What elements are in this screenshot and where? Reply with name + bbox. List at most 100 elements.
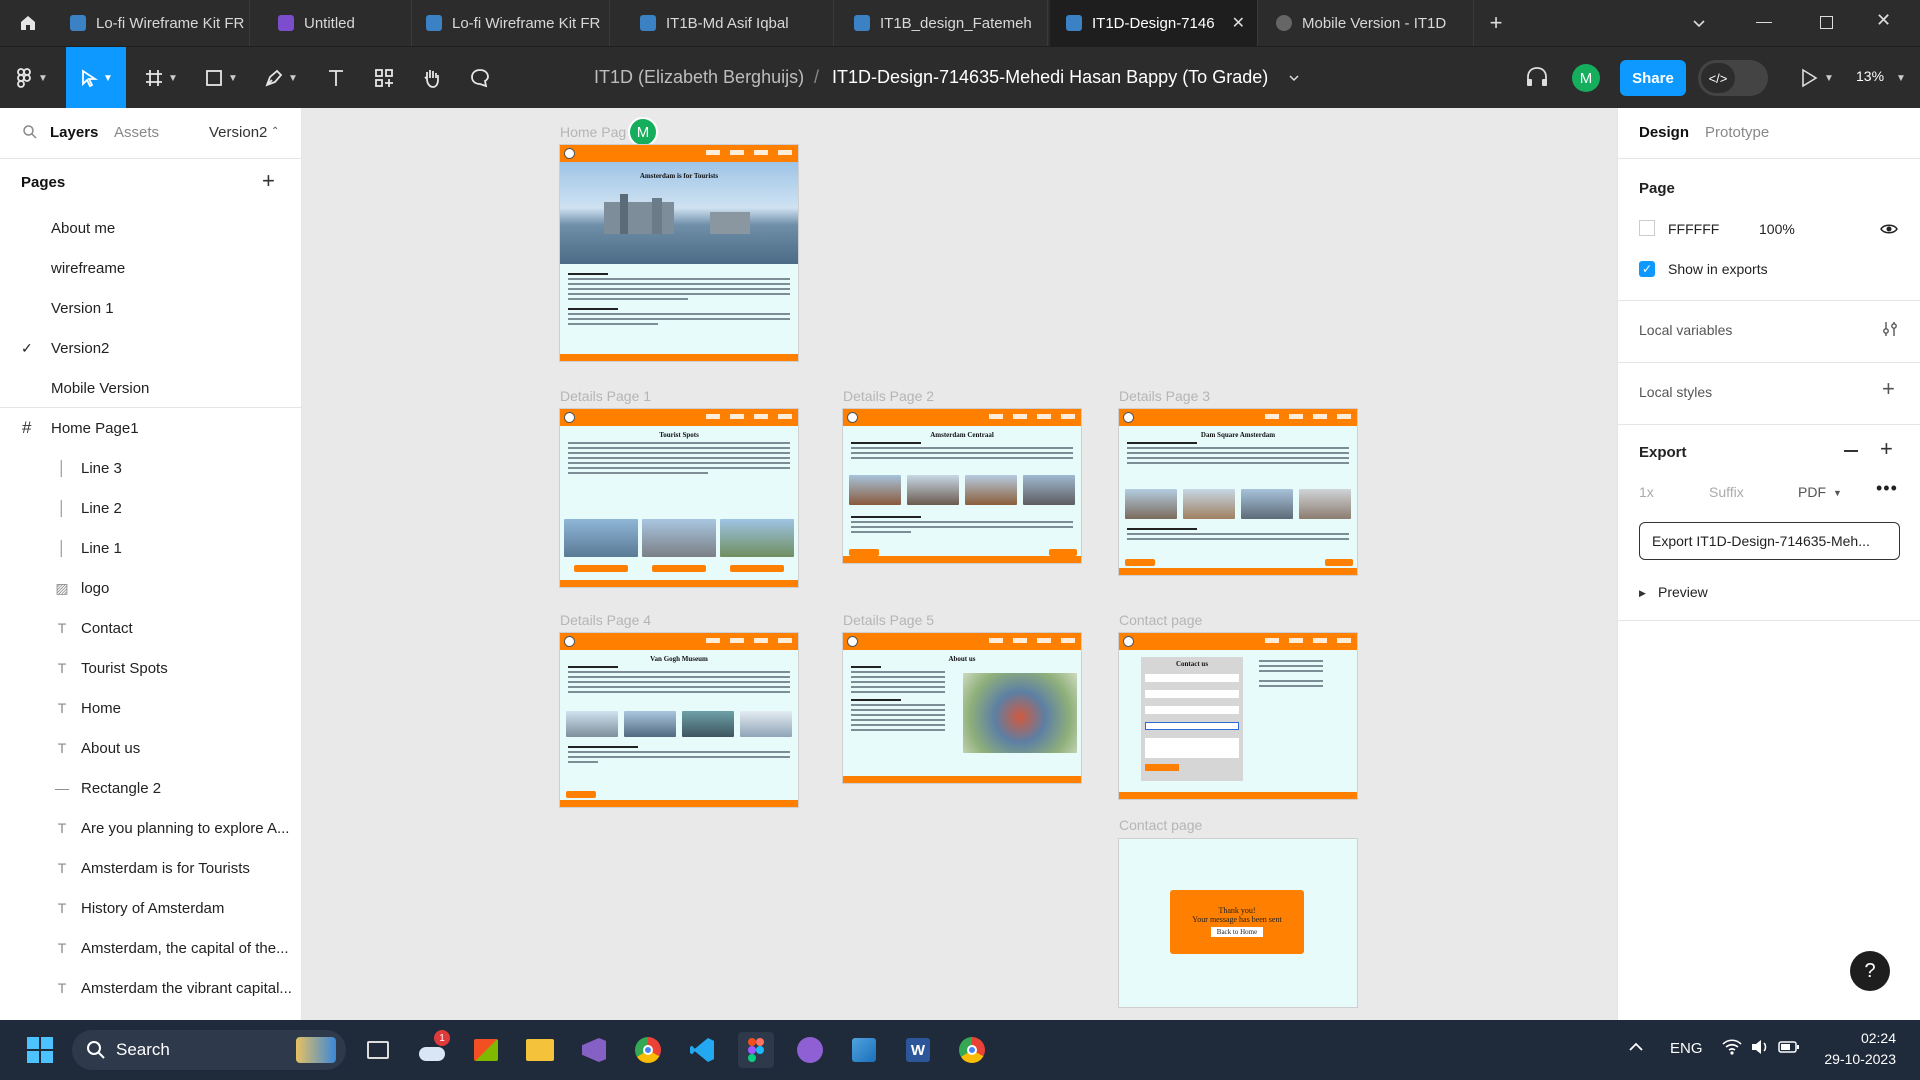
- main-menu-button[interactable]: ▼: [6, 47, 56, 109]
- layer-item[interactable]: — Rectangle 2: [0, 768, 301, 808]
- layer-item[interactable]: T Home: [0, 688, 301, 728]
- more-options-icon[interactable]: •••: [1876, 478, 1898, 499]
- export-button[interactable]: Export IT1D-Design-714635-Meh...: [1639, 522, 1900, 560]
- add-page-plus-icon[interactable]: +: [262, 168, 275, 194]
- chevron-down-icon[interactable]: ▼: [1833, 488, 1842, 498]
- frame-contact-page[interactable]: Contact us: [1118, 632, 1358, 800]
- layer-item[interactable]: ▨ logo: [0, 568, 301, 608]
- hand-tool-button[interactable]: [410, 47, 454, 109]
- tab-it1b-fatemeh[interactable]: IT1B_design_Fatemeh: [838, 0, 1048, 46]
- shape-tool-button[interactable]: ▼: [196, 47, 246, 109]
- file-explorer-icon[interactable]: [522, 1032, 558, 1068]
- frame-tool-button[interactable]: ▼: [136, 47, 186, 109]
- user-avatar[interactable]: M: [1572, 64, 1600, 92]
- remove-export-minus-icon[interactable]: [1844, 450, 1858, 452]
- layer-item[interactable]: T Contact: [0, 608, 301, 648]
- tab-prototype[interactable]: Prototype: [1705, 124, 1769, 141]
- figma-app-icon[interactable]: [738, 1032, 774, 1068]
- frame-label-details-5[interactable]: Details Page 5: [843, 612, 934, 628]
- page-item-mobile-version[interactable]: Mobile Version: [0, 368, 301, 408]
- tab-layers[interactable]: Layers: [50, 124, 98, 141]
- language-indicator[interactable]: ENG: [1670, 1040, 1703, 1057]
- layer-item[interactable]: T Amsterdam the vibrant capital...: [0, 968, 301, 1008]
- export-scale[interactable]: 1x: [1639, 484, 1654, 500]
- clock-date[interactable]: 29-10-2023: [1806, 1051, 1896, 1067]
- page-item-about-me[interactable]: About me: [0, 208, 301, 248]
- frame-details-page-4[interactable]: Van Gogh Museum: [559, 632, 799, 808]
- tab-assets[interactable]: Assets: [114, 124, 159, 141]
- layer-item[interactable]: │ Line 3: [0, 448, 301, 488]
- help-question-icon[interactable]: ?: [1850, 951, 1890, 991]
- layer-item[interactable]: T History of Amsterdam: [0, 888, 301, 928]
- chevron-down-icon[interactable]: [1288, 71, 1300, 89]
- new-tab-plus-icon[interactable]: +: [1480, 0, 1512, 46]
- variables-sliders-icon[interactable]: [1882, 320, 1898, 343]
- design-canvas[interactable]: Home Pag M Details Page 1 Details Page 2…: [303, 108, 1616, 1020]
- export-suffix-input[interactable]: Suffix: [1709, 484, 1744, 500]
- present-play-icon[interactable]: [1798, 67, 1820, 94]
- frame-label-details-3[interactable]: Details Page 3: [1119, 388, 1210, 404]
- task-view-icon[interactable]: [360, 1032, 396, 1068]
- chrome-icon[interactable]: [954, 1032, 990, 1068]
- minimize-icon[interactable]: [1756, 22, 1772, 23]
- window-close-icon[interactable]: ✕: [1876, 10, 1891, 31]
- frame-home-page[interactable]: Amsterdam is for Tourists: [559, 144, 799, 362]
- frame-label-contact-thanks[interactable]: Contact page: [1119, 817, 1202, 833]
- clock-time[interactable]: 02:24: [1816, 1030, 1896, 1046]
- frame-details-page-2[interactable]: Amsterdam Centraal: [842, 408, 1082, 564]
- vscode-icon[interactable]: [684, 1032, 720, 1068]
- frame-details-page-1[interactable]: Tourist Spots: [559, 408, 799, 588]
- page-item-version2[interactable]: ✓ Version2: [0, 328, 301, 368]
- headphones-icon[interactable]: [1524, 65, 1550, 94]
- layer-item[interactable]: │ Line 1: [0, 528, 301, 568]
- page-color-swatch[interactable]: [1639, 220, 1655, 236]
- move-tool-button[interactable]: ▼: [66, 47, 126, 109]
- chevron-up-icon[interactable]: [1628, 1040, 1644, 1058]
- layer-item[interactable]: T Are you planning to explore A...: [0, 808, 301, 848]
- frame-contact-thanks[interactable]: Thank you! Your message has been sent Ba…: [1118, 838, 1358, 1008]
- text-tool-button[interactable]: [314, 47, 358, 109]
- taskbar-search-box[interactable]: Search: [72, 1030, 346, 1070]
- photo-app-icon[interactable]: [846, 1032, 882, 1068]
- weather-cloud-icon[interactable]: 1: [414, 1030, 450, 1068]
- caret-right-icon[interactable]: ▶: [1639, 588, 1646, 599]
- search-icon[interactable]: [22, 124, 38, 145]
- breadcrumb-team[interactable]: IT1D (Elizabeth Berghuijs): [594, 67, 804, 88]
- pen-tool-button[interactable]: ▼: [256, 47, 306, 109]
- github-icon[interactable]: [792, 1032, 828, 1068]
- layer-item[interactable]: │ Line 2: [0, 488, 301, 528]
- zoom-level[interactable]: 13%: [1856, 68, 1884, 84]
- battery-icon[interactable]: [1778, 1038, 1800, 1061]
- wifi-icon[interactable]: [1722, 1038, 1742, 1061]
- page-item-wirefreame[interactable]: wirefreame: [0, 248, 301, 288]
- export-format-select[interactable]: PDF: [1798, 484, 1826, 500]
- layer-item[interactable]: T Amsterdam is for Tourists: [0, 848, 301, 888]
- chevron-down-icon[interactable]: [1690, 14, 1708, 32]
- version-selector[interactable]: Version2: [209, 124, 267, 141]
- microsoft-store-icon[interactable]: [468, 1032, 504, 1068]
- layer-item[interactable]: T About us: [0, 728, 301, 768]
- frame-label-home[interactable]: Home Pag: [560, 124, 626, 140]
- share-button[interactable]: Share: [1620, 60, 1686, 96]
- chevron-down-icon[interactable]: ▼: [1896, 73, 1906, 84]
- page-item-version-1[interactable]: Version 1: [0, 288, 301, 328]
- add-export-plus-icon[interactable]: +: [1880, 436, 1893, 462]
- home-icon[interactable]: [10, 0, 46, 46]
- tab-lofi-wireframe-2[interactable]: Lo-fi Wireframe Kit FR: [410, 0, 610, 46]
- preview-toggle[interactable]: Preview: [1658, 584, 1708, 600]
- layer-frame-home-page1[interactable]: # Home Page1: [0, 408, 301, 448]
- add-style-plus-icon[interactable]: +: [1882, 376, 1895, 402]
- chevron-down-icon[interactable]: ▼: [1824, 73, 1834, 84]
- page-opacity[interactable]: 100%: [1759, 221, 1795, 237]
- visual-studio-icon[interactable]: [576, 1032, 612, 1068]
- layer-item[interactable]: T Tourist Spots: [0, 648, 301, 688]
- tab-it1b-asif[interactable]: IT1B-Md Asif Iqbal: [624, 0, 834, 46]
- windows-start-icon[interactable]: [22, 1032, 58, 1068]
- frame-details-page-3[interactable]: Dam Square Amsterdam: [1118, 408, 1358, 576]
- tab-design[interactable]: Design: [1639, 124, 1689, 141]
- tab-it1d-design-active[interactable]: IT1D-Design-7146 ✕: [1050, 0, 1258, 46]
- tab-lofi-wireframe-1[interactable]: Lo-fi Wireframe Kit FR: [54, 0, 250, 46]
- word-icon[interactable]: W: [900, 1032, 936, 1068]
- file-title[interactable]: IT1D-Design-714635-Mehedi Hasan Bappy (T…: [832, 67, 1268, 88]
- frame-label-contact[interactable]: Contact page: [1119, 612, 1202, 628]
